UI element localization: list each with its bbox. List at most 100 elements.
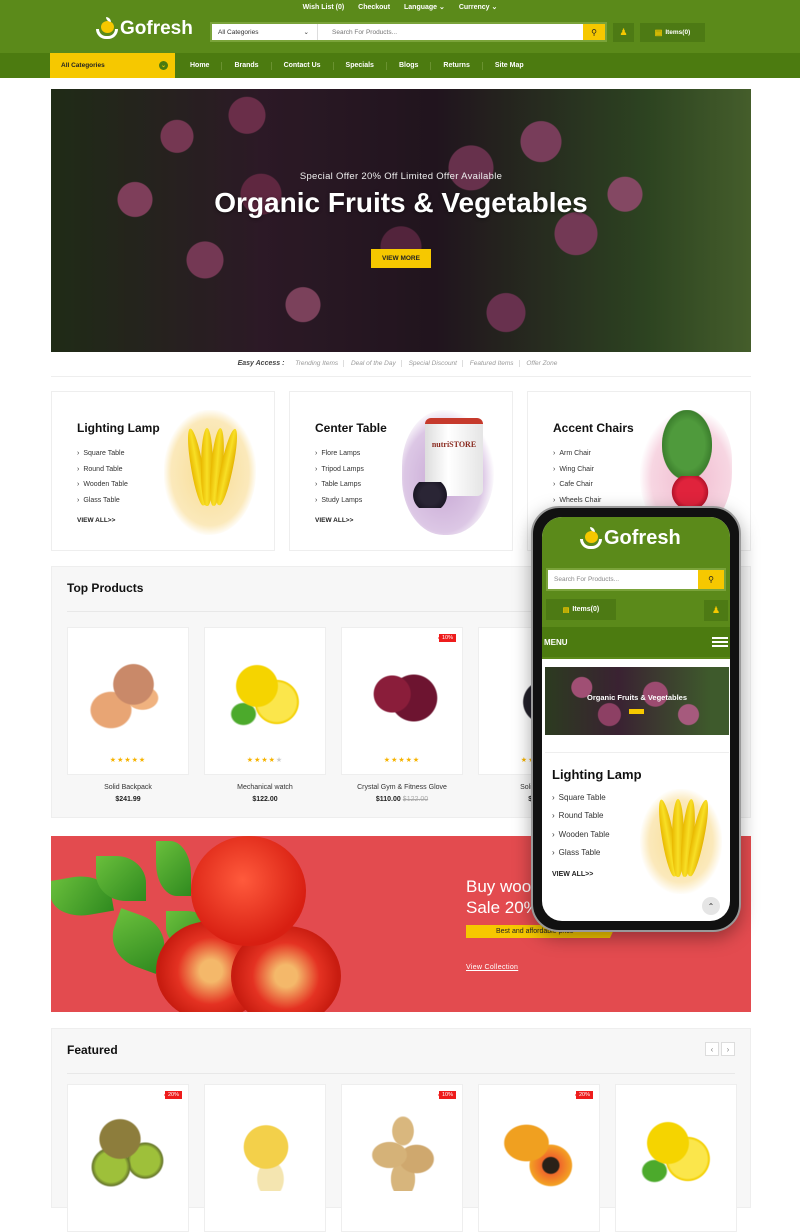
search-icon: ⚲ bbox=[591, 27, 597, 37]
product-name[interactable]: Crystal Gym & Fitness Glove bbox=[341, 784, 463, 791]
easy-access-link[interactable]: Special Discount bbox=[403, 360, 463, 367]
discount-badge: 20% bbox=[163, 1091, 182, 1099]
basil-leaf bbox=[156, 841, 191, 896]
mobile-hero-banner: Organic Fruits & Vegetables bbox=[545, 667, 729, 735]
mobile-search-input[interactable]: Search For Products... bbox=[548, 570, 698, 589]
product-card[interactable] bbox=[204, 1084, 326, 1232]
category-link[interactable]: Round Table bbox=[552, 811, 610, 829]
product-card[interactable]: 10% ★★★★★ Crystal Gym & Fitness Glove $1… bbox=[341, 627, 463, 803]
view-all-link[interactable]: VIEW ALL>> bbox=[77, 517, 115, 524]
product-card[interactable]: ★★★★★ Mechanical watch $122.00 bbox=[204, 627, 326, 803]
easy-access-link[interactable]: Offer Zone bbox=[521, 360, 562, 367]
prev-button[interactable]: ‹ bbox=[705, 1042, 719, 1056]
category-link[interactable]: Wing Chair bbox=[553, 466, 601, 482]
section-divider bbox=[67, 1073, 735, 1074]
main-nav: All Categories ⌄ Home Brands Contact Us … bbox=[0, 53, 800, 78]
product-price: $241.99 bbox=[67, 796, 189, 803]
easy-access-link[interactable]: Featured Items bbox=[464, 360, 520, 367]
mobile-menu-bar[interactable]: MENU bbox=[542, 627, 730, 657]
section-title: Top Products bbox=[67, 581, 144, 595]
category-card: Center Table Flore Lamps Tripod Lamps Ta… bbox=[289, 391, 513, 551]
category-title: Lighting Lamp bbox=[552, 767, 642, 782]
product-name[interactable]: Solid Backpack bbox=[67, 784, 189, 791]
cart-label: Items(0) bbox=[665, 29, 691, 36]
cart-label: Items(0) bbox=[572, 606, 600, 613]
search-button[interactable]: ⚲ bbox=[583, 24, 605, 40]
section-title: Featured bbox=[67, 1043, 118, 1057]
category-link[interactable]: Glass Table bbox=[552, 848, 610, 866]
price: $122.00 bbox=[252, 796, 278, 803]
easy-access-link[interactable]: Trending Items bbox=[290, 360, 345, 367]
easy-access: Easy Access : Trending Items Deal of the… bbox=[0, 360, 800, 367]
view-all-link[interactable]: VIEW ALL>> bbox=[552, 871, 593, 878]
onion-image bbox=[358, 654, 448, 734]
promo-title: Buy woo Sale 20% bbox=[466, 877, 539, 917]
chevron-down-icon: ⌄ bbox=[303, 29, 309, 36]
wishlist-link[interactable]: Wish List (0) bbox=[303, 4, 345, 11]
category-link[interactable]: Glass Table bbox=[77, 497, 128, 513]
product-name[interactable]: Mechanical watch bbox=[204, 784, 326, 791]
next-button[interactable]: › bbox=[721, 1042, 735, 1056]
category-link[interactable]: Table Lamps bbox=[315, 481, 364, 497]
category-link[interactable]: Cafe Chair bbox=[553, 481, 601, 497]
mobile-logo[interactable]: Gofresh bbox=[580, 526, 681, 550]
product-card[interactable]: 10% bbox=[341, 1084, 463, 1232]
category-link[interactable]: Wooden Table bbox=[77, 481, 128, 497]
cart-button[interactable]: ▤ Items(0) bbox=[640, 23, 705, 42]
all-categories-button[interactable]: All Categories ⌄ bbox=[50, 53, 175, 78]
category-link[interactable]: Wooden Table bbox=[552, 830, 610, 848]
nav-returns[interactable]: Returns bbox=[431, 61, 483, 70]
category-link[interactable]: Round Table bbox=[77, 466, 128, 482]
hamburger-icon[interactable] bbox=[712, 637, 728, 647]
product-price: $122.00 bbox=[204, 796, 326, 803]
nav-blogs[interactable]: Blogs bbox=[387, 61, 432, 70]
nutristore-can-image: nutriSTORE bbox=[402, 410, 494, 535]
chevron-up-icon: ⌃ bbox=[707, 901, 715, 911]
easy-access-link[interactable]: Deal of the Day bbox=[345, 360, 402, 367]
rating-stars: ★★★★★ bbox=[383, 757, 421, 764]
category-title: Center Table bbox=[315, 421, 387, 435]
mobile-account-button[interactable]: ♟ bbox=[704, 600, 728, 621]
category-link[interactable]: Tripod Lamps bbox=[315, 466, 364, 482]
category-link[interactable]: Square Table bbox=[552, 793, 610, 811]
currency-dropdown[interactable]: Currency ⌄ bbox=[459, 4, 498, 11]
logo[interactable]: Gofresh bbox=[96, 17, 193, 40]
mobile-search-button[interactable]: ⚲ bbox=[698, 570, 724, 589]
nav-brands[interactable]: Brands bbox=[222, 61, 272, 70]
sweet-potato-image bbox=[84, 654, 174, 734]
header: Wish List (0) Checkout Language ⌄ Curren… bbox=[0, 0, 800, 53]
mobile-cart-button[interactable]: ▤ Items(0) bbox=[546, 599, 616, 620]
chevron-down-icon: ⌄ bbox=[159, 61, 168, 70]
view-all-link[interactable]: VIEW ALL>> bbox=[315, 517, 353, 524]
back-to-top-button[interactable]: ⌃ bbox=[702, 897, 720, 915]
language-dropdown[interactable]: Language ⌄ bbox=[404, 4, 445, 11]
nav-home[interactable]: Home bbox=[178, 61, 223, 70]
product-card[interactable]: ★★★★★ Solid Backpack $241.99 bbox=[67, 627, 189, 803]
basket-icon: ▤ bbox=[562, 606, 570, 614]
price: $110.00 bbox=[375, 796, 401, 803]
product-card[interactable] bbox=[615, 1084, 737, 1232]
nav-specials[interactable]: Specials bbox=[334, 61, 387, 70]
view-more-button[interactable]: VIEW MORE bbox=[371, 249, 431, 268]
easy-access-label: Easy Access : bbox=[237, 360, 285, 367]
category-link[interactable]: Arm Chair bbox=[553, 450, 601, 466]
logo-icon bbox=[580, 526, 602, 549]
rating-stars: ★★★★★ bbox=[109, 757, 147, 764]
checkout-link[interactable]: Checkout bbox=[358, 4, 390, 11]
mobile-view-more-button[interactable] bbox=[629, 709, 644, 714]
category-link[interactable]: Flore Lamps bbox=[315, 450, 364, 466]
nav-contact-us[interactable]: Contact Us bbox=[272, 61, 334, 70]
all-categories-label: All Categories bbox=[61, 62, 105, 69]
category-link[interactable]: Study Lamps bbox=[315, 497, 364, 513]
banana-image bbox=[164, 410, 256, 535]
category-link[interactable]: Square Table bbox=[77, 450, 128, 466]
account-button[interactable]: ♟ bbox=[613, 23, 634, 42]
product-card[interactable]: 20% bbox=[67, 1084, 189, 1232]
search-category-select[interactable]: All Categories ⌄ bbox=[212, 24, 318, 40]
view-collection-link[interactable]: View Collection bbox=[466, 964, 518, 971]
product-price: $110.00 $122.00 bbox=[341, 796, 463, 803]
nav-site-map[interactable]: Site Map bbox=[483, 62, 536, 70]
search-input[interactable] bbox=[318, 28, 583, 36]
product-card[interactable]: 20% bbox=[478, 1084, 600, 1232]
hero-title: Organic Fruits & Vegetables bbox=[214, 187, 588, 218]
